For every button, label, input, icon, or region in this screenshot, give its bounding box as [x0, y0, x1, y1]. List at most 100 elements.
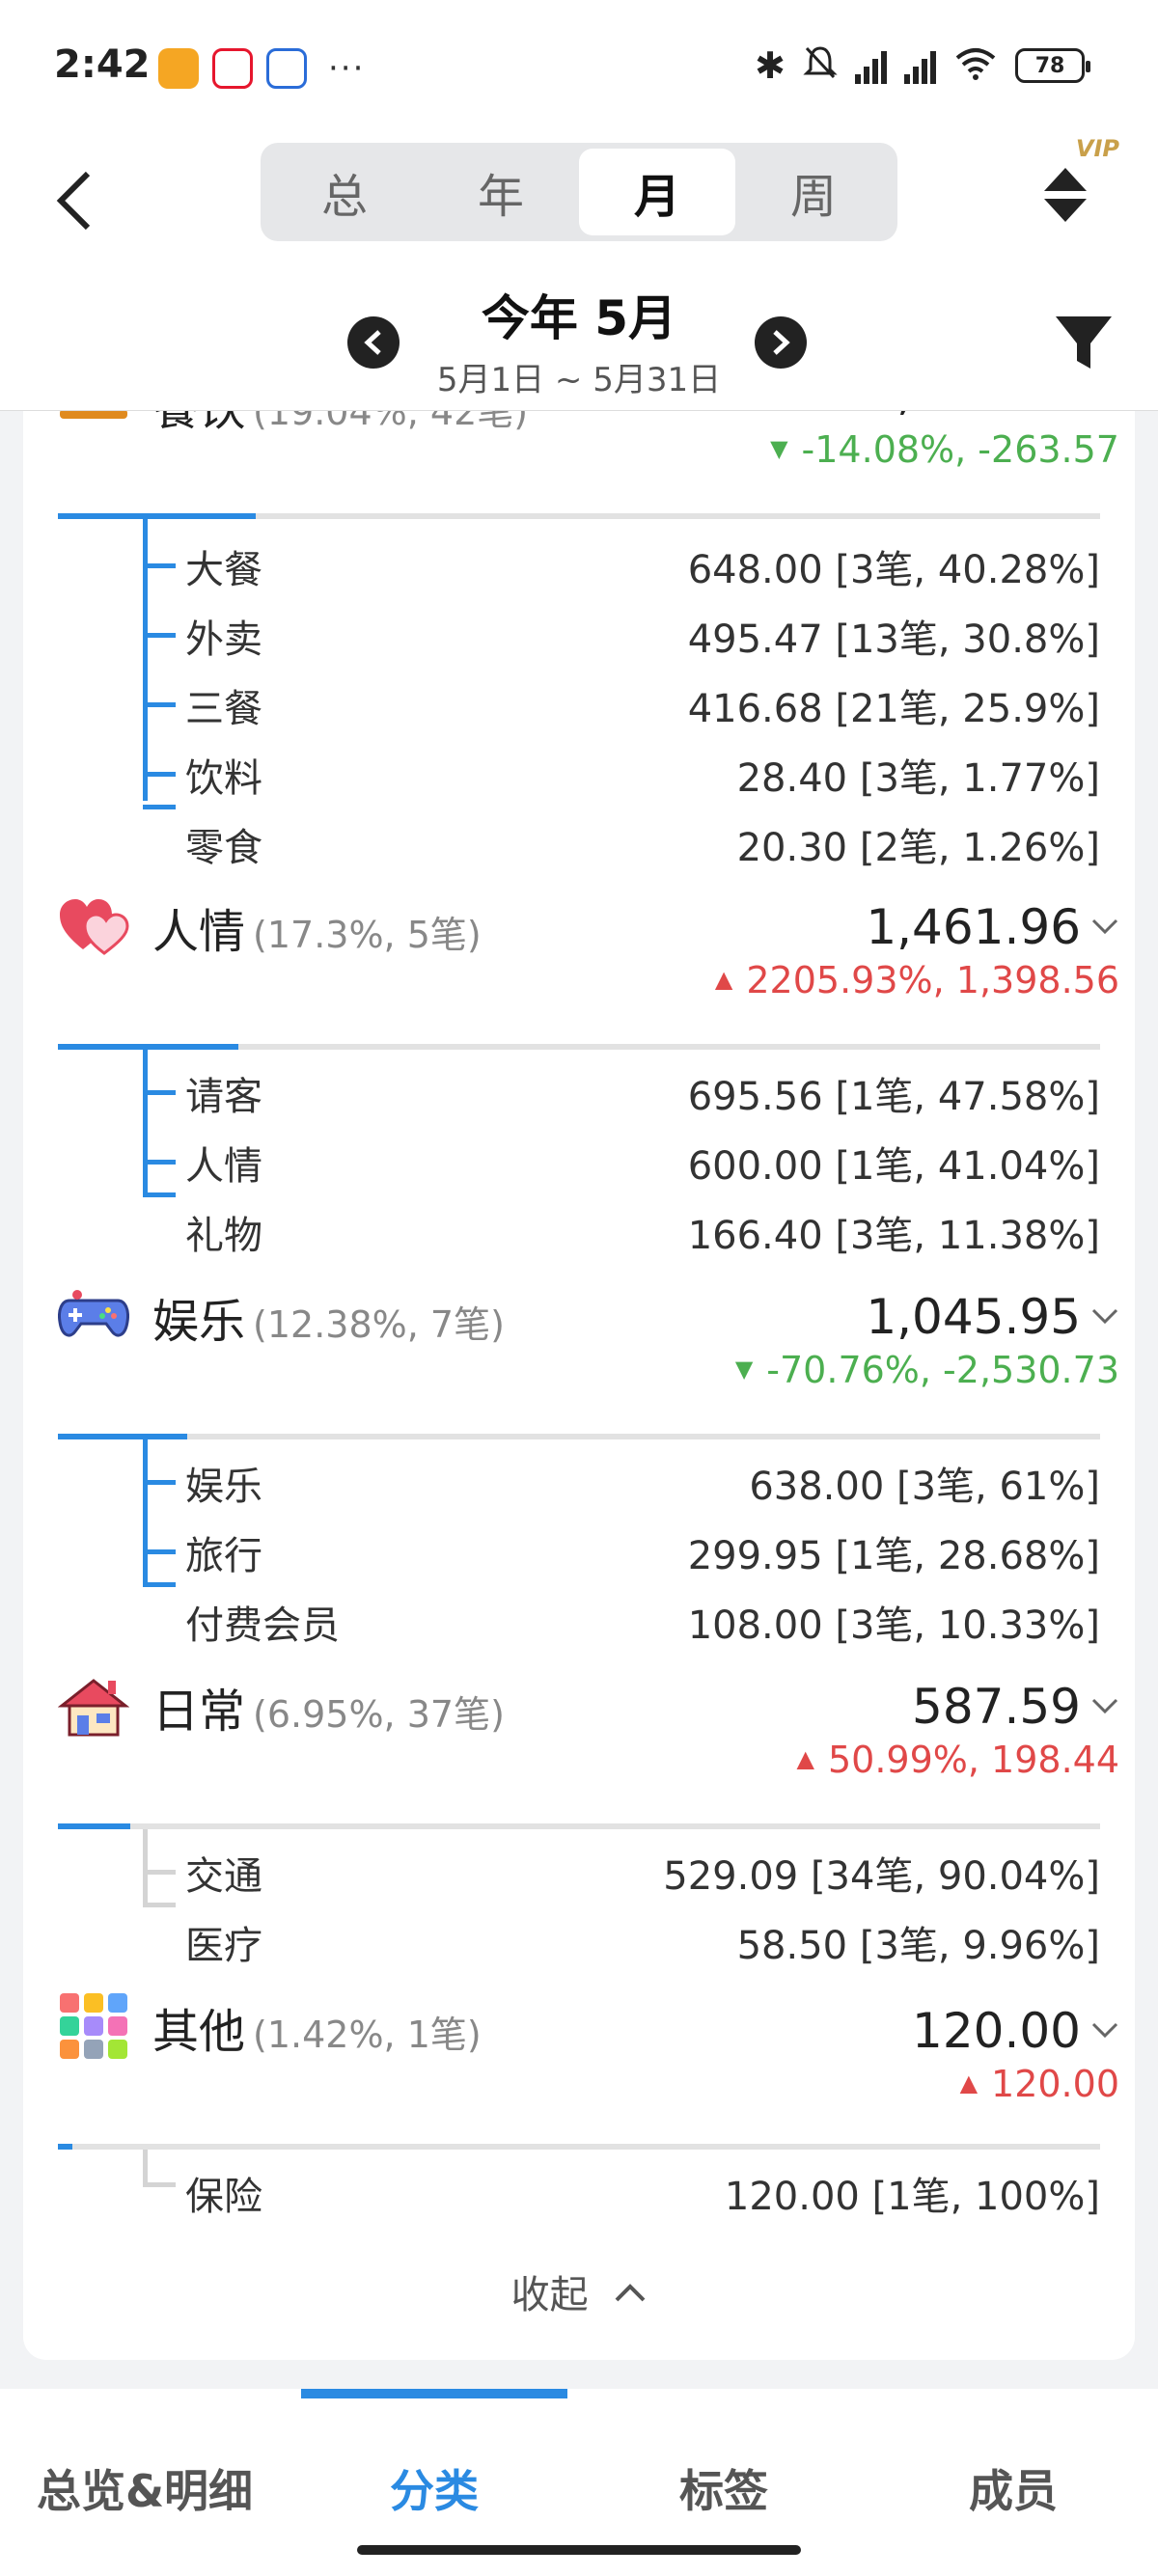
chevron-down-icon — [1091, 1698, 1118, 1714]
sort-icon — [1044, 168, 1087, 222]
category-share-fill — [58, 1823, 131, 1829]
category-change: ▲ 50.99%, 198.44 — [796, 1739, 1119, 1781]
collapse-label: 收起 — [510, 2273, 589, 2317]
back-arrow-icon — [56, 171, 91, 231]
category-name: 餐饮(19.04%, 42笔) — [152, 411, 529, 436]
mute-bell-icon — [803, 44, 838, 87]
tab-month[interactable]: 月 — [579, 149, 735, 235]
down-triangle-icon: ▼ — [770, 435, 788, 462]
chevron-right-icon — [773, 330, 790, 355]
category-share-bar — [58, 513, 1100, 519]
up-triangle-icon: ▲ — [796, 1745, 814, 1772]
tab-year[interactable]: 年 — [423, 149, 579, 235]
subcategory-row[interactable]: 饮料 28.40 [3笔, 1.77%] — [23, 739, 1135, 808]
category-share-fill — [58, 1044, 238, 1050]
category-daily[interactable]: 日常 (6.95%, 37笔) 587.59 ▲ 50.99%, 198.44 — [23, 1673, 1135, 1787]
back-button[interactable] — [41, 162, 108, 239]
battery-icon: 78 — [1015, 48, 1090, 83]
period-title: 今年 5月 — [481, 290, 677, 346]
subcategory-row[interactable]: 三餐 416.68 [21笔, 25.9%] — [23, 670, 1135, 739]
gamepad-icon — [58, 1287, 129, 1345]
category-name: 其他 (1.42%, 1笔) — [152, 2005, 482, 2059]
category-social[interactable]: 人情 (17.3%, 5笔) 1,461.96 ▲ 2205.93%, 1,398.… — [23, 893, 1135, 1007]
vip-badge: VIP — [1075, 135, 1119, 162]
tab-overview[interactable]: 总览&明细 — [0, 2456, 290, 2520]
category-change: ▼ -70.76%, -2,530.73 — [734, 1349, 1119, 1391]
category-share-bar — [58, 1823, 1100, 1829]
category-share-bar — [58, 1044, 1100, 1050]
dining-icon — [58, 411, 129, 442]
tab-category[interactable]: 分类 — [290, 2456, 579, 2520]
chevron-up-icon — [615, 2284, 646, 2302]
category-amount: 1,045.95 — [866, 1289, 1081, 1345]
tab-week[interactable]: 周 — [735, 149, 892, 235]
category-list: 餐饮(19.04%, 42笔) 1,608.85 ▼-14.08%, -263.… — [23, 411, 1135, 2360]
header: 总 年 月 周 VIP 今年 5月 5月1日 ~ 5月31日 — [0, 135, 1158, 411]
tab-total[interactable]: 总 — [266, 149, 423, 235]
category-share-fill — [58, 1434, 187, 1439]
tab-tags[interactable]: 标签 — [579, 2456, 868, 2520]
bluetooth-icon: ✱ — [755, 44, 786, 87]
filter-icon — [1056, 316, 1112, 369]
map-notification-icon — [266, 48, 307, 89]
hearts-icon — [58, 897, 129, 955]
filter-button[interactable] — [1052, 311, 1116, 374]
bottom-nav: 总览&明细 分类 标签 成员 — [0, 2389, 1158, 2576]
subcategory-row[interactable]: 外卖 495.47 [13笔, 30.8%] — [23, 600, 1135, 670]
subcategory-row[interactable]: 保险 120.00 [1笔, 100%] — [23, 2157, 1135, 2227]
category-other[interactable]: 其他 (1.42%, 1笔) 120.00 ▲ 120.00 — [23, 1993, 1135, 2107]
app-grid-icon — [58, 1991, 129, 2059]
category-amount: 587.59 — [912, 1679, 1081, 1735]
status-time: 2:42 — [54, 42, 151, 87]
wifi-icon — [953, 46, 998, 85]
subcategory-row[interactable]: 交通 529.09 [34笔, 90.04%] — [23, 1837, 1135, 1906]
category-share-fill — [58, 2144, 73, 2150]
subcategory-row[interactable]: 人情 600.00 [1笔, 41.04%] — [23, 1127, 1135, 1196]
up-triangle-icon: ▲ — [959, 2069, 979, 2096]
more-notifications-icon: ··· — [328, 49, 366, 88]
sort-button[interactable]: VIP — [1033, 135, 1119, 241]
status-app-icons: ··· — [158, 48, 365, 89]
next-period-button[interactable] — [755, 316, 807, 369]
category-name: 人情 (17.3%, 5笔) — [152, 905, 482, 959]
category-name: 日常 (6.95%, 37笔) — [152, 1685, 505, 1739]
tab-members[interactable]: 成员 — [868, 2456, 1158, 2520]
house-icon — [57, 1675, 130, 1737]
subcategory-row[interactable]: 旅行 299.95 [1笔, 28.68%] — [23, 1517, 1135, 1586]
subcategory-row[interactable]: 医疗 58.50 [3笔, 9.96%] — [23, 1903, 1135, 1976]
chevron-down-icon — [1091, 2022, 1118, 2039]
status-bar: 2:42 ··· ✱ 78 — [0, 0, 1158, 135]
category-amount: 1,608.85 — [866, 411, 1081, 421]
up-triangle-icon: ▲ — [714, 966, 733, 993]
category-share-bar — [58, 2144, 1100, 2150]
period-display: 今年 5月 5月1日 ~ 5月31日 — [0, 280, 1158, 400]
period-segmented-control: 总 年 月 周 — [261, 143, 897, 241]
signal-icon-1 — [855, 47, 887, 84]
subcategory-row[interactable]: 娱乐 638.00 [3笔, 61%] — [23, 1447, 1135, 1517]
category-change: ▼ -14.08%, -263.57 — [770, 428, 1119, 471]
collapse-button[interactable]: 收起 — [23, 2263, 1135, 2319]
category-change: ▲ 2205.93%, 1,398.56 — [714, 959, 1119, 1001]
subcategory-row[interactable]: 付费会员 108.00 [3笔, 10.33%] — [23, 1582, 1135, 1656]
category-dining[interactable]: 餐饮(19.04%, 42笔) 1,608.85 ▼-14.08%, -263.… — [23, 411, 1135, 473]
period-range: 5月1日 ~ 5月31日 — [436, 361, 722, 399]
subcategory-row[interactable]: 大餐 648.00 [3笔, 40.28%] — [23, 531, 1135, 600]
signal-icon-2 — [904, 47, 936, 84]
app-notification-icon — [158, 48, 199, 89]
category-entertainment[interactable]: 娱乐 (12.38%, 7笔) 1,045.95 ▼ -70.76%, -2,530… — [23, 1283, 1135, 1397]
down-triangle-icon: ▼ — [734, 1356, 754, 1383]
category-amount: 120.00 — [912, 2003, 1081, 2059]
category-name: 娱乐 (12.38%, 7笔) — [152, 1295, 505, 1349]
chevron-down-icon — [1091, 1308, 1118, 1325]
category-share-bar — [58, 1434, 1100, 1439]
status-right: ✱ 78 — [755, 44, 1090, 87]
home-indicator — [357, 2545, 801, 2555]
category-change: ▲ 120.00 — [959, 2063, 1119, 2105]
subcategory-row[interactable]: 零食 20.30 [2笔, 1.26%] — [23, 805, 1135, 878]
chevron-down-icon — [1091, 918, 1118, 935]
subcategory-row[interactable]: 礼物 166.40 [3笔, 11.38%] — [23, 1192, 1135, 1266]
category-amount: 1,461.96 — [866, 899, 1081, 955]
active-tab-indicator — [301, 2389, 567, 2398]
subcategory-row[interactable]: 请客 695.56 [1笔, 47.58%] — [23, 1057, 1135, 1127]
category-share-fill — [58, 513, 257, 519]
